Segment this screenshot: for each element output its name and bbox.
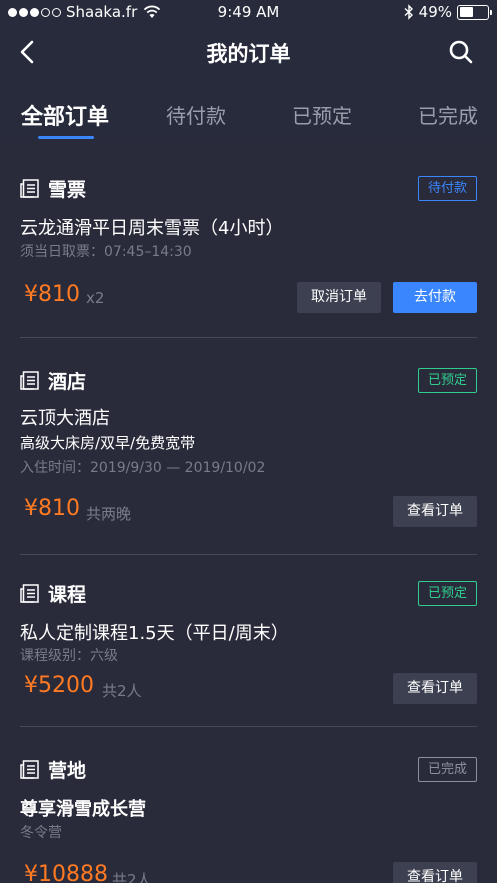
bluetooth-icon: [404, 4, 413, 20]
view-order-button[interactable]: 查看订单: [393, 862, 477, 883]
price-row: ¥5200 共2人 查看订单: [20, 673, 477, 705]
battery-icon: [457, 4, 492, 20]
order-card-header: 营地 已完成: [20, 755, 477, 785]
tab-all-orders[interactable]: 全部订单: [21, 99, 109, 131]
order-card-header: 课程 已预定: [20, 579, 477, 609]
order-document-icon: [20, 371, 39, 390]
order-document-icon: [20, 760, 39, 779]
status-badge: 已预定: [417, 368, 477, 393]
tab-completed[interactable]: 已完成: [418, 100, 478, 129]
active-tab-indicator: [38, 136, 94, 139]
divider: [20, 726, 477, 727]
order-price: ¥5200: [24, 673, 94, 698]
divider: [20, 554, 477, 555]
search-icon[interactable]: [447, 38, 475, 66]
order-price: ¥10888: [24, 862, 108, 883]
price-row: ¥810 共两晚 查看订单: [20, 496, 477, 528]
order-document-icon: [20, 584, 39, 603]
order-price: ¥810: [24, 282, 80, 307]
order-detail: 须当日取票：07:45–14:30: [20, 244, 192, 260]
order-price: ¥810: [24, 496, 80, 521]
order-quantity: 共2人: [112, 871, 152, 883]
order-room-info: 高级大床房/双早/免费宽带: [20, 434, 196, 452]
order-course-level: 课程级别：六级: [20, 648, 118, 664]
cancel-order-button[interactable]: 取消订单: [297, 282, 381, 313]
status-badge: 已完成: [417, 757, 477, 782]
divider: [20, 337, 477, 338]
view-order-button[interactable]: 查看订单: [393, 673, 477, 704]
status-badge: 待付款: [417, 176, 477, 201]
nav-bar: 我的订单: [0, 28, 497, 76]
order-title: 云顶大酒店: [20, 408, 110, 429]
order-quantity: 共2人: [102, 682, 142, 700]
status-right: 49%: [404, 3, 492, 21]
order-type-label: 营地: [48, 760, 87, 782]
price-row: ¥810 x2 取消订单 去付款: [20, 282, 477, 314]
order-title: 尊享滑雪成长营: [20, 799, 146, 820]
status-badge: 已预定: [417, 581, 477, 606]
battery-percent: 49%: [418, 3, 452, 21]
tab-pending-payment[interactable]: 待付款: [166, 100, 226, 129]
price-row: ¥10888 共2人 查看订单: [20, 862, 477, 883]
order-tabs: 全部订单 待付款 已预定 已完成: [0, 96, 497, 141]
header: Shaaka.fr 9:49 AM 49% 我的订单 全部订单 待付款 已预定 …: [0, 0, 497, 141]
order-checkin-dates: 入住时间：2019/9/30 — 2019/10/02: [20, 460, 266, 476]
status-bar: Shaaka.fr 9:49 AM 49%: [0, 0, 497, 26]
order-type-label: 酒店: [48, 371, 87, 393]
view-order-button[interactable]: 查看订单: [393, 496, 477, 527]
order-title: 云龙通滑平日周末雪票（4小时）: [20, 218, 284, 239]
order-card-header: 雪票 待付款: [20, 174, 477, 204]
order-camp-type: 冬令营: [20, 825, 62, 841]
order-card-header: 酒店 已预定: [20, 366, 477, 396]
page-title: 我的订单: [206, 42, 291, 66]
order-type-label: 雪票: [48, 179, 87, 201]
pay-now-button[interactable]: 去付款: [393, 282, 477, 313]
order-title: 私人定制课程1.5天（平日/周末）: [20, 623, 289, 644]
tab-booked[interactable]: 已预定: [292, 100, 352, 129]
order-quantity: 共两晚: [86, 505, 132, 523]
order-quantity: x2: [86, 289, 105, 307]
order-document-icon: [20, 179, 39, 198]
order-type-label: 课程: [48, 584, 87, 606]
